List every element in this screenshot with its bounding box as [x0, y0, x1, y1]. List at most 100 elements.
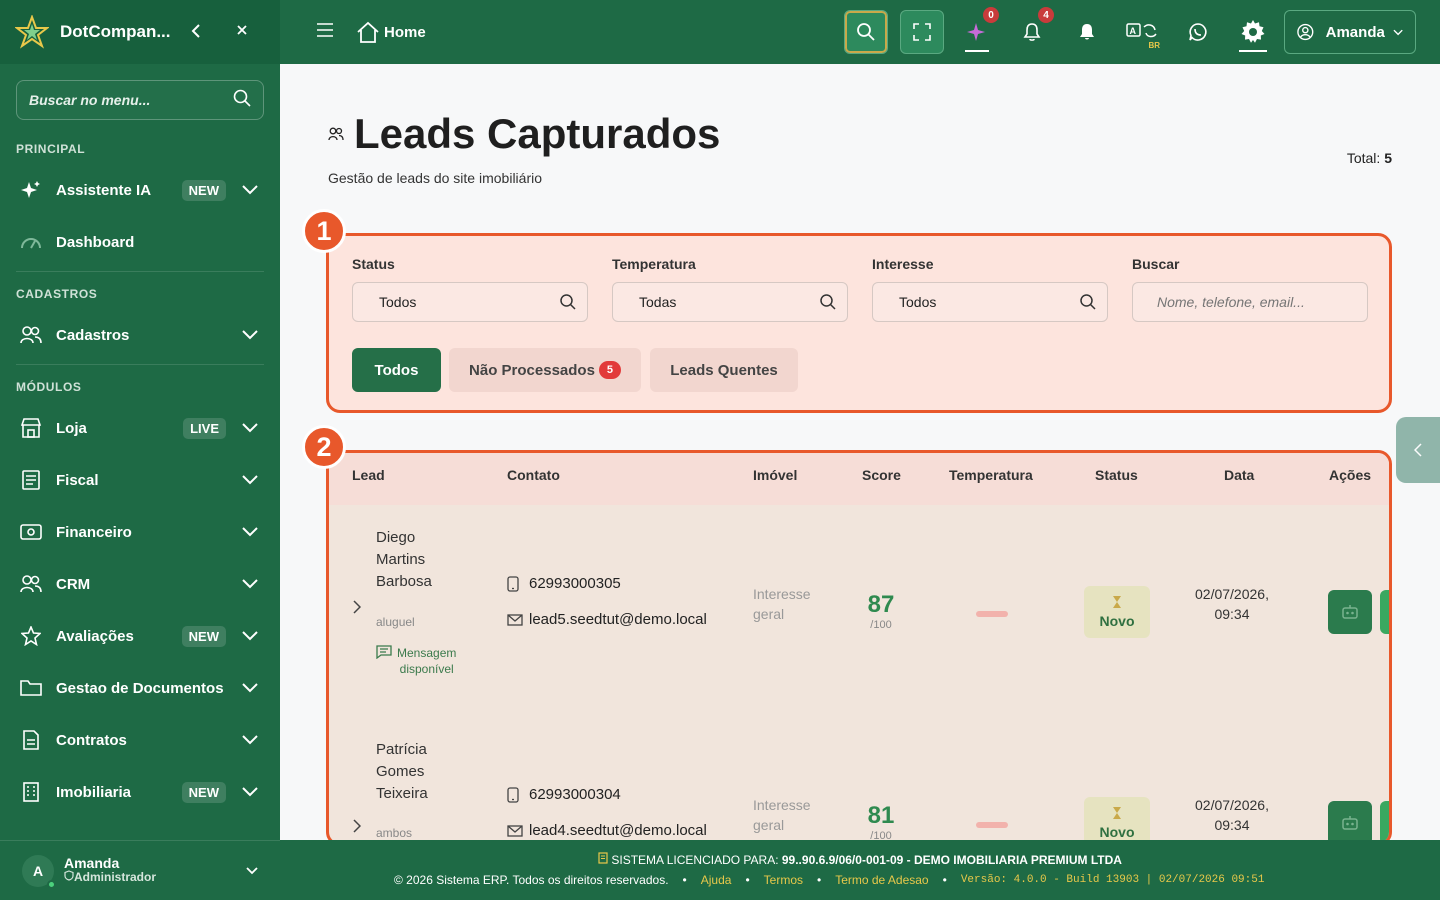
fullscreen-button[interactable] — [900, 10, 944, 54]
expand-row-icon[interactable] — [353, 819, 362, 836]
notifications-button[interactable]: 4 — [1014, 7, 1054, 50]
score-value: 87 — [867, 591, 895, 618]
link-termos[interactable]: Termos — [764, 873, 803, 887]
search-icon[interactable] — [233, 89, 251, 112]
action-button[interactable] — [1380, 801, 1389, 840]
language-button[interactable]: A BR — [1124, 14, 1160, 50]
live-badge: LIVE — [183, 417, 226, 439]
sparkle-icon — [967, 23, 985, 41]
buscar-input[interactable] — [1157, 294, 1343, 310]
lead-email-value: lead4.seedtut@demo.local — [529, 822, 707, 839]
tab-todos[interactable]: Todos — [352, 348, 441, 392]
table-row[interactable]: Diego Martins Barbosa aluguel Mensagem di… — [329, 505, 1389, 716]
close-sidebar-icon[interactable] — [236, 23, 248, 41]
collapse-sidebar-icon[interactable] — [190, 22, 202, 43]
section-modulos: MÓDULOS — [16, 380, 82, 394]
count-badge: 5 — [598, 361, 621, 379]
status-badge: Novo — [1084, 586, 1150, 638]
chevron-down-icon — [242, 182, 258, 200]
lead-phone-value: 62993000304 — [529, 786, 621, 803]
sidebar-item-label: Loja — [56, 419, 87, 437]
star-icon — [20, 625, 42, 647]
whatsapp-icon — [1189, 23, 1207, 41]
robot-action-button[interactable] — [1328, 590, 1372, 634]
link-termo-adesao[interactable]: Termo de Adesao — [835, 873, 928, 887]
sidebar-item-financeiro[interactable]: Financeiro — [0, 506, 280, 558]
message-available[interactable]: Mensagem disponível — [376, 645, 456, 677]
sidebar-item-label: Gestao de Documentos — [56, 679, 224, 697]
status-select[interactable]: Todos — [352, 282, 588, 322]
sidebar-item-crm[interactable]: CRM — [0, 558, 280, 610]
total-count: Total: 5 — [1347, 150, 1392, 166]
license-icon — [598, 852, 608, 864]
status-label: Novo — [1099, 613, 1135, 629]
sidebar-item-contratos[interactable]: Contratos — [0, 714, 280, 766]
total-label: Total: — [1346, 150, 1381, 166]
link-ajuda[interactable]: Ajuda — [701, 873, 732, 887]
tab-nao-processados[interactable]: Não Processados 5 — [449, 348, 641, 392]
lead-imovel: Interesse geral — [753, 795, 811, 835]
side-panel-toggle[interactable] — [1396, 417, 1440, 483]
sidebar-item-label: Dashboard — [56, 233, 135, 251]
gauge-icon — [20, 231, 42, 253]
sidebar-user[interactable]: A Amanda Administrador — [0, 840, 280, 900]
tab-leads-quentes[interactable]: Leads Quentes — [650, 348, 798, 392]
lead-phone-value: 62993000305 — [529, 575, 621, 592]
separator-dot: • — [745, 873, 750, 887]
leads-table: Lead Contato Imóvel Score Temperatura St… — [326, 450, 1392, 840]
lead-phone: 62993000304 — [507, 786, 621, 803]
temperatura-select[interactable]: Todas — [612, 282, 848, 322]
date-line: 02/07/2026, — [1195, 586, 1269, 602]
page-header: Leads Capturados — [328, 110, 720, 158]
lead-email-value: lead5.seedtut@demo.local — [529, 611, 707, 628]
lead-type: aluguel — [376, 615, 415, 629]
sidebar-item-loja[interactable]: Loja LIVE — [0, 402, 280, 454]
sidebar-item-label: Avaliações — [56, 627, 134, 645]
tab-todos-label: Todos — [374, 361, 419, 379]
sidebar-item-label: Contratos — [56, 731, 127, 749]
chevron-down-icon[interactable] — [246, 862, 258, 880]
lead-name-line: Diego — [376, 529, 416, 546]
column-header: Temperatura — [949, 467, 1033, 483]
store-icon — [20, 417, 42, 439]
interesse-select[interactable]: Todos — [872, 282, 1108, 322]
divider — [16, 364, 264, 365]
breadcrumb-home[interactable]: Home — [356, 21, 426, 43]
search-icon — [1080, 294, 1096, 310]
avatar-initial: A — [32, 862, 44, 879]
mail-icon — [507, 613, 523, 626]
sidebar-item-cadastros[interactable]: Cadastros — [0, 309, 280, 361]
user-role-label: Administrador — [74, 870, 157, 884]
sidebar-item-gestao-documentos[interactable]: Gestao de Documentos — [0, 662, 280, 714]
sidebar-header: DotCompan... — [0, 0, 280, 64]
sidebar-item-avaliacoes[interactable]: Avaliações NEW — [0, 610, 280, 662]
alerts-button[interactable] — [1069, 14, 1105, 50]
hamburger-menu-icon[interactable] — [316, 22, 334, 42]
expand-row-icon[interactable] — [353, 600, 362, 617]
user-menu-button[interactable]: Amanda — [1284, 10, 1416, 54]
sidebar-item-dashboard[interactable]: Dashboard — [0, 216, 280, 268]
section-cadastros: CADASTROS — [16, 287, 98, 301]
translate-icon: A — [1126, 23, 1157, 38]
ai-assistant-button[interactable]: 0 — [959, 7, 999, 52]
interesse-filter-label: Interesse — [872, 256, 934, 272]
sidebar-item-assistente-ia[interactable]: Assistente IA NEW — [0, 164, 280, 216]
global-search-button[interactable] — [844, 10, 888, 54]
table-row[interactable]: Patrícia Gomes Teixeira ambos 6299300030… — [329, 716, 1389, 840]
chevron-down-icon — [242, 628, 258, 646]
date-line: 02/07/2026, — [1195, 797, 1269, 813]
sidebar-item-fiscal[interactable]: Fiscal — [0, 454, 280, 506]
chevron-left-icon — [1414, 443, 1422, 457]
user-menu-label: Amanda — [1325, 23, 1385, 41]
search-icon — [560, 294, 576, 310]
document-icon — [20, 729, 42, 751]
sidebar-item-imobiliaria[interactable]: Imobiliaria NEW — [0, 766, 280, 818]
robot-action-button[interactable] — [1328, 801, 1372, 840]
status-badge: Novo — [1084, 797, 1150, 840]
settings-button[interactable] — [1235, 14, 1271, 52]
action-button[interactable] — [1380, 590, 1389, 634]
menu-search-input[interactable] — [29, 92, 233, 108]
sidebar-item-label: Assistente IA — [56, 181, 152, 199]
score-max: /100 — [870, 619, 892, 631]
whatsapp-button[interactable] — [1180, 14, 1216, 50]
